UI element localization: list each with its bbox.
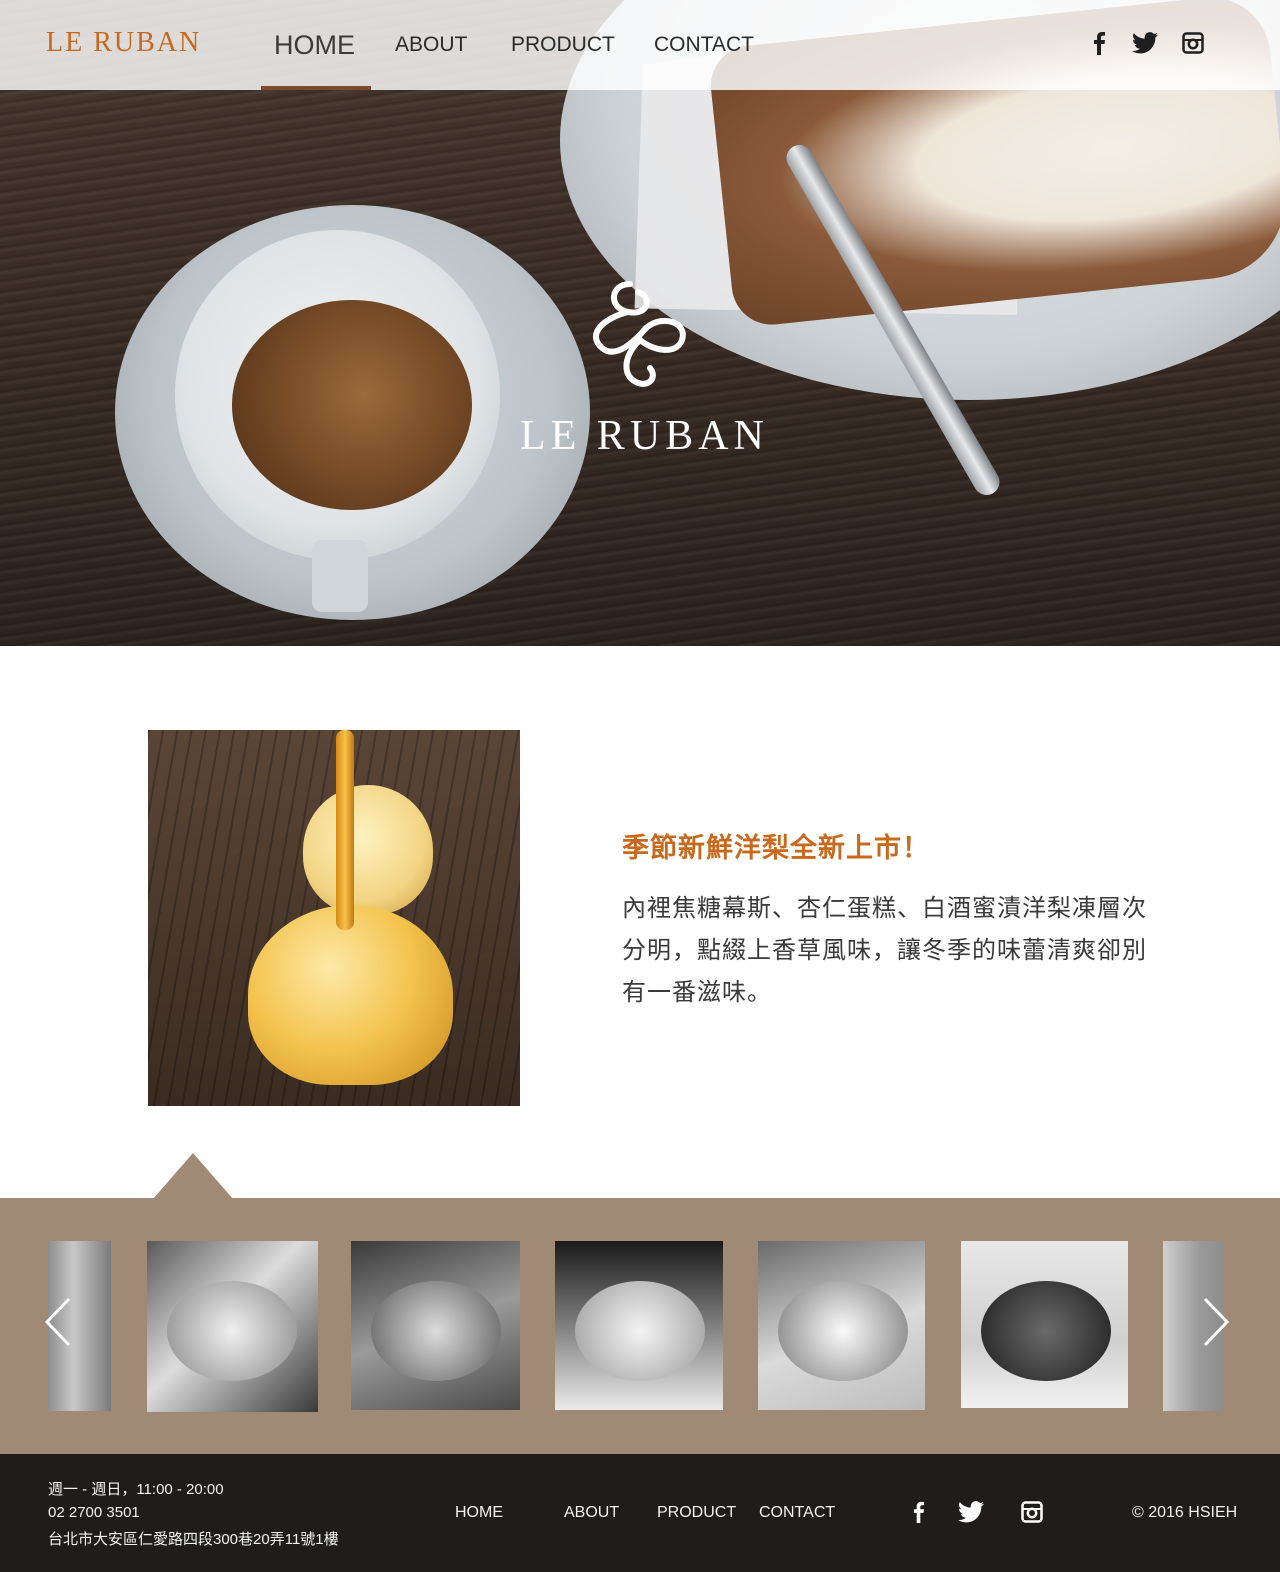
gallery-thumb[interactable] — [147, 1241, 318, 1412]
facebook-icon[interactable] — [1086, 30, 1112, 56]
cup-handle — [312, 540, 368, 612]
hero-logo-text: LE RUBAN — [520, 413, 769, 459]
brand-logo[interactable]: LE RUBAN — [46, 27, 201, 59]
gallery-pointer — [153, 1153, 233, 1199]
nav-home[interactable]: HOME — [274, 0, 355, 90]
ribbon-logo-icon — [593, 281, 686, 387]
nav-about[interactable]: ABOUT — [395, 0, 467, 90]
gallery-thumb[interactable] — [555, 1241, 723, 1410]
footer-nav-product[interactable]: PRODUCT — [657, 1504, 736, 1522]
copyright: © 2016 HSIEH — [1132, 1504, 1238, 1521]
footer-nav-about[interactable]: ABOUT — [564, 1504, 619, 1522]
product-gallery — [0, 1198, 1280, 1454]
feature-description: 內裡焦糖幕斯、杏仁蛋糕、白酒蜜漬洋梨凍層次分明，點綴上香草風味，讓冬季的味蕾清爽… — [622, 895, 1147, 1006]
caramel-drip — [336, 730, 354, 930]
chevron-right-icon[interactable] — [1196, 1296, 1236, 1356]
footer-facebook-icon[interactable] — [905, 1499, 931, 1525]
opening-hours: 週一 - 週日，11:00 - 20:00 — [48, 1481, 224, 1498]
instagram-icon[interactable] — [1180, 30, 1206, 56]
active-nav-indicator — [261, 86, 371, 90]
nav-product[interactable]: PRODUCT — [511, 0, 615, 90]
footer-nav-contact[interactable]: CONTACT — [759, 1504, 835, 1522]
footer-nav-home[interactable]: HOME — [455, 1504, 503, 1522]
pear-dessert-back — [303, 785, 433, 915]
address: 台北市大安區仁愛路四段300巷20弄11號1樓 — [48, 1531, 339, 1548]
chevron-left-icon[interactable] — [38, 1296, 78, 1356]
gallery-thumb[interactable] — [961, 1241, 1128, 1408]
coffee-image — [232, 300, 472, 510]
nav-contact[interactable]: CONTACT — [654, 0, 754, 90]
twitter-icon[interactable] — [1132, 30, 1158, 56]
site-footer: 週一 - 週日，11:00 - 20:00 02 2700 3501 台北市大安… — [0, 1454, 1280, 1572]
pear-dessert-image — [148, 730, 520, 1106]
footer-twitter-icon[interactable] — [958, 1499, 984, 1525]
gallery-thumb[interactable] — [351, 1241, 520, 1410]
gallery-thumb[interactable] — [758, 1241, 925, 1410]
feature-title: 季節新鮮洋梨全新上市！ — [622, 833, 930, 863]
phone-number: 02 2700 3501 — [48, 1504, 140, 1521]
pear-dessert-front — [248, 905, 453, 1085]
footer-instagram-icon[interactable] — [1019, 1499, 1045, 1525]
hero-banner: LE RUBAN — [0, 0, 1280, 646]
